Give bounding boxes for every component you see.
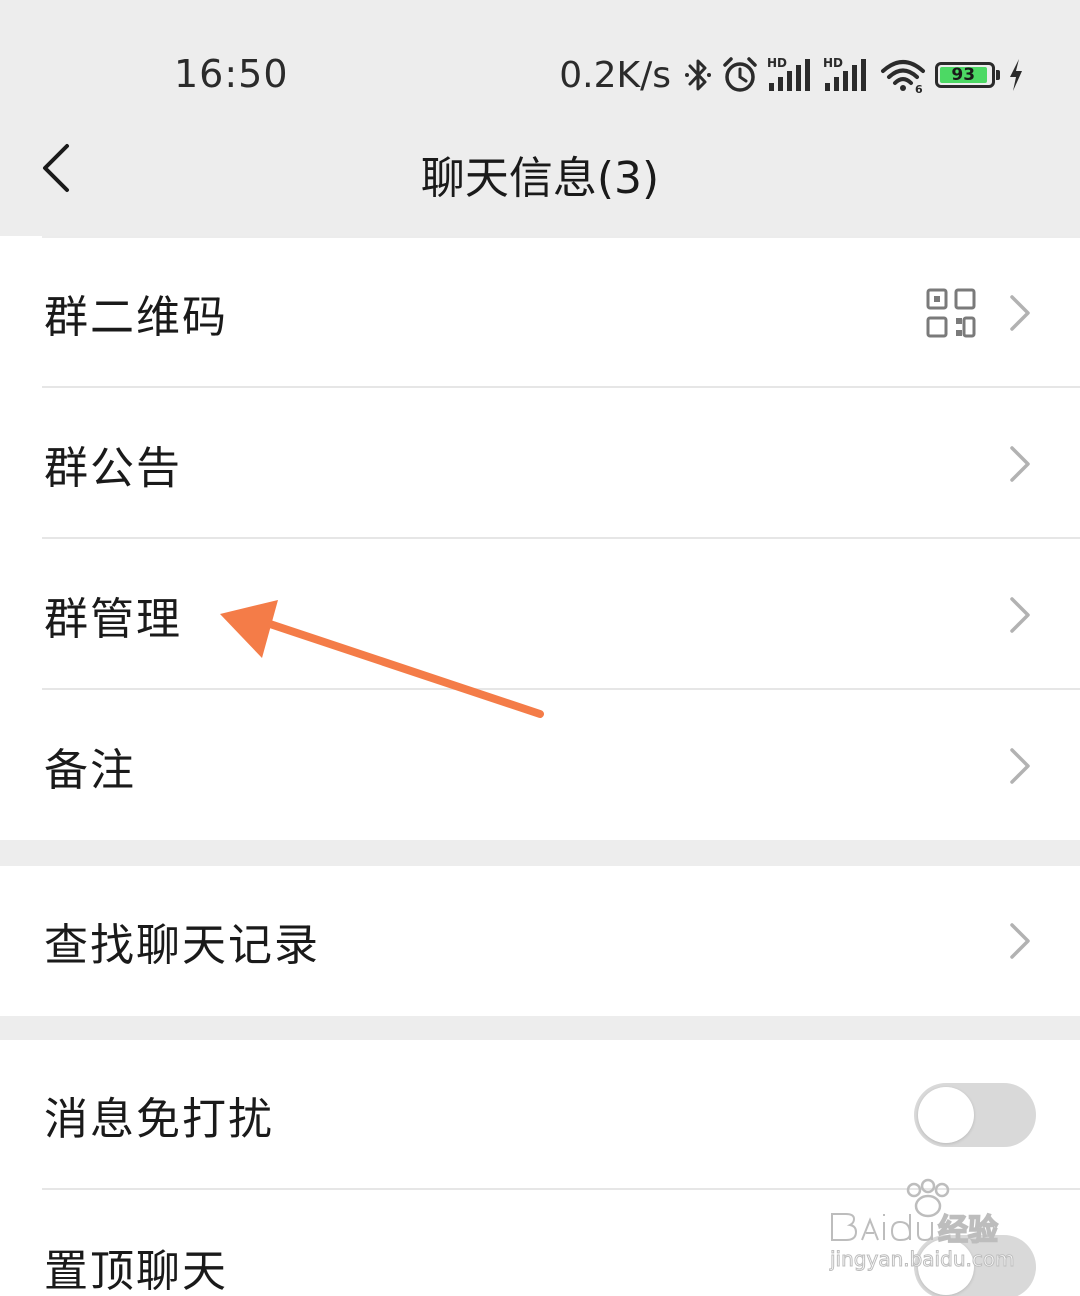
remark-label: 备注 — [44, 745, 136, 796]
svg-text:6: 6 — [915, 83, 923, 95]
bluetooth-icon — [683, 55, 713, 95]
search-chat-history-label: 查找聊天记录 — [44, 920, 320, 971]
pin-chat-row: 置顶聊天 — [0, 1192, 1080, 1296]
status-time: 16:50 — [174, 52, 289, 96]
wifi-icon: 6 — [879, 55, 927, 95]
group-manage-row[interactable]: 群管理 — [0, 540, 1080, 690]
mute-notifications-label: 消息免打扰 — [44, 1094, 274, 1145]
hd-signal-icon: HD — [823, 55, 871, 95]
group-manage-label: 群管理 — [44, 594, 182, 645]
remark-row[interactable]: 备注 — [0, 691, 1080, 841]
search-chat-history-row[interactable]: 查找聊天记录 — [0, 866, 1080, 1016]
group-qr-code-label: 群二维码 — [44, 292, 228, 343]
group-settings-section: 群二维码 群公告 群管理 备注 — [0, 236, 1080, 840]
toggle-knob — [918, 1087, 974, 1143]
divider — [42, 1188, 1080, 1190]
svg-text:HD: HD — [823, 56, 843, 70]
chevron-right-icon — [1010, 597, 1030, 633]
battery-level: 93 — [940, 65, 987, 85]
hd-signal-icon: HD — [767, 55, 815, 95]
chevron-right-icon — [1010, 748, 1030, 784]
chevron-right-icon — [1010, 923, 1030, 959]
chevron-right-icon — [1010, 446, 1030, 482]
chevron-right-icon — [1010, 295, 1030, 331]
group-notice-label: 群公告 — [44, 443, 182, 494]
pin-chat-label: 置顶聊天 — [44, 1246, 228, 1296]
alarm-icon — [721, 55, 759, 95]
charging-icon — [1008, 57, 1024, 93]
page-title: 聊天信息(3) — [420, 153, 660, 204]
chat-info-screen: 16:50 0.2K/s HD HD 6 93 聊天信息(3) 群二维码 群公告… — [0, 0, 1080, 1296]
battery-icon: 93 — [935, 62, 1000, 88]
status-bar: 16:50 0.2K/s HD HD 6 93 — [0, 0, 1080, 120]
search-section: 查找聊天记录 — [0, 866, 1080, 1016]
qr-code-icon — [926, 288, 976, 338]
mute-notifications-row: 消息免打扰 — [0, 1040, 1080, 1190]
toggle-knob — [918, 1239, 974, 1295]
toggle-section: 消息免打扰 置顶聊天 — [0, 1040, 1080, 1296]
divider — [42, 537, 1080, 539]
group-qr-code-row[interactable]: 群二维码 — [0, 238, 1080, 388]
pin-chat-toggle[interactable] — [914, 1235, 1036, 1296]
svg-text:HD: HD — [767, 56, 787, 70]
divider — [42, 688, 1080, 690]
status-icons: 0.2K/s HD HD 6 93 — [559, 52, 1024, 98]
network-speed: 0.2K/s — [559, 54, 671, 96]
mute-notifications-toggle[interactable] — [914, 1083, 1036, 1147]
nav-bar: 聊天信息(3) — [0, 120, 1080, 232]
group-notice-row[interactable]: 群公告 — [0, 389, 1080, 539]
divider — [42, 386, 1080, 388]
